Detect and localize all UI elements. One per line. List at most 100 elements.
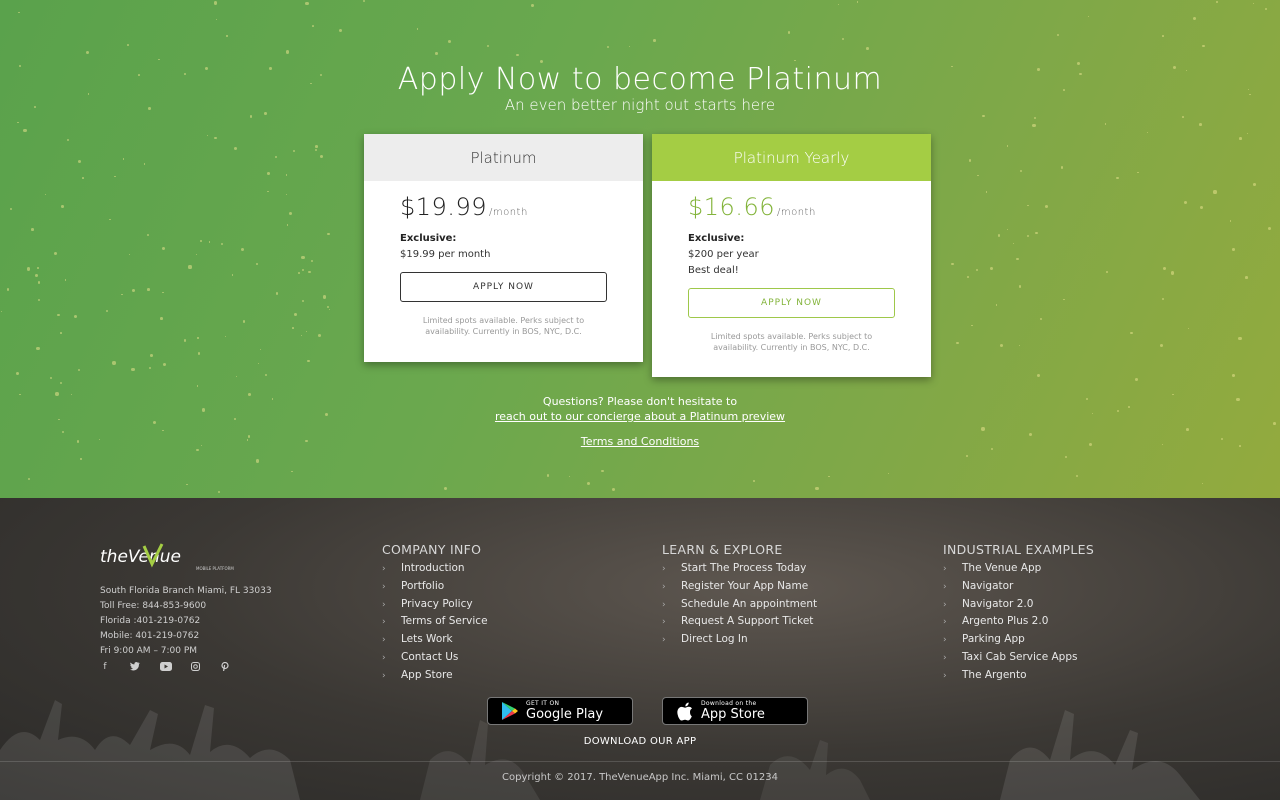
apply-now-button[interactable]: APPLY NOW [400,272,607,302]
google-play-icon [496,697,524,725]
map-light-speck [601,469,605,473]
map-light-speck [213,1,218,5]
map-light-speck [866,47,869,51]
chevron-right-icon: › [382,599,386,610]
chevron-right-icon: › [382,635,386,646]
map-light-speck [127,43,130,46]
footer-link-support-ticket[interactable]: › Request A Support Ticket [662,613,817,631]
chevron-right-icon: › [943,670,947,681]
twitter-icon[interactable] [130,662,140,674]
concierge-link[interactable]: reach out to our concierge about a Plati… [495,410,785,423]
map-light-speck [1253,182,1256,186]
instagram-icon[interactable] [190,662,200,674]
map-light-speck [60,205,64,208]
plan-price: $16.66/month [688,193,895,221]
map-light-speck [1026,234,1029,238]
footer-link-schedule-appointment[interactable]: › Schedule An appointment [662,596,817,614]
map-light-speck [1198,122,1202,126]
footer-link-direct-log-in[interactable]: › Direct Log In [662,631,817,649]
footer-link-contact-us[interactable]: › Contact Us [382,649,488,667]
map-light-speck [307,359,310,363]
map-light-speck [300,334,303,337]
map-light-speck [416,28,419,30]
footer-divider [0,761,1280,762]
map-light-speck [981,427,985,431]
footer-link-navigator[interactable]: › Navigator [943,578,1094,596]
footer-link-start-process[interactable]: › Start The Process Today [662,560,817,578]
map-light-speck [1202,44,1205,48]
map-light-speck [951,262,954,265]
footer-link-the-venue-app[interactable]: › The Venue App [943,560,1094,578]
map-light-speck [1040,318,1043,321]
terms-link[interactable]: Terms and Conditions [581,435,699,448]
map-light-speck [1130,331,1133,335]
map-light-speck [60,332,62,334]
footer-link-taxi-cab[interactable]: › Taxi Cab Service Apps [943,649,1094,667]
youtube-icon[interactable] [160,662,172,674]
footer-link-register-app-name[interactable]: › Register Your App Name [662,578,817,596]
footer-link-terms-of-service[interactable]: › Terms of Service [382,613,488,631]
questions-text: Questions? Please don't hesitate to reac… [0,394,1280,424]
map-light-speck [1036,373,1040,377]
map-light-speck [1020,169,1023,172]
map-light-speck [448,39,452,43]
column-title: COMPANY INFO [382,542,482,557]
footer-link-navigator-2[interactable]: › Navigator 2.0 [943,596,1094,614]
footer-link-portfolio[interactable]: › Portfolio [382,578,488,596]
terms-row: Terms and Conditions [0,435,1280,448]
pinterest-icon[interactable] [220,661,230,674]
map-light-speck [286,50,290,54]
map-light-speck [214,137,217,140]
questions-prefix: Questions? Please don't hesitate to [542,395,738,408]
footer-link-the-argento[interactable]: › The Argento [943,667,1094,685]
map-light-speck [486,45,489,48]
map-light-speck [106,309,109,313]
map-light-speck [195,253,197,255]
plan-card-platinum: Platinum $19.99/month Exclusive: $19.99 … [364,134,643,362]
map-light-speck [1016,257,1019,261]
facebook-icon[interactable]: f [100,662,110,674]
footer-link-introduction[interactable]: › Introduction [382,560,488,578]
footer-link-privacy-policy[interactable]: › Privacy Policy [382,596,488,614]
footer-link-argento-plus[interactable]: › Argento Plus 2.0 [943,613,1094,631]
map-light-speck [122,158,125,161]
google-play-badge[interactable]: GET IT ON Google Play [487,697,633,725]
map-light-speck [37,298,40,302]
footer-link-app-store[interactable]: › App Store [382,667,488,685]
map-light-speck [275,155,278,158]
map-light-speck [197,352,201,355]
contact-toll-free: Toll Free: 844-853-9600 [100,601,207,611]
chevron-right-icon: › [382,564,386,574]
chevron-right-icon: › [662,599,666,610]
map-light-speck [1267,227,1272,231]
copyright-text: Copyright © 2017. TheVenueApp Inc. Miami… [502,772,778,783]
map-light-speck [196,384,199,387]
map-light-speck [275,292,279,295]
map-light-speck [297,272,300,275]
map-light-speck [606,46,610,49]
map-light-speck [1215,0,1218,3]
map-light-speck [294,312,298,316]
footer-column-company-info: COMPANY INFO › Introduction › Portfolio › P… [382,542,488,685]
social-links: f [100,661,230,674]
map-light-speck [968,159,971,162]
plan-card-platinum-yearly: Platinum Yearly $16.66/month Exclusive: … [652,134,931,377]
footer-link-parking-app[interactable]: › Parking App [943,631,1094,649]
footer-link-lets-work[interactable]: › Lets Work [382,631,488,649]
app-store-badge[interactable]: Download on the App Store [662,697,808,725]
contact-hours: Fri 9:00 AM – 7:00 PM [100,646,198,656]
map-light-speck [6,287,10,291]
map-light-speck [965,454,968,457]
map-light-speck [301,255,305,260]
map-light-speck [1200,205,1204,209]
map-light-speck [815,486,819,491]
chevron-right-icon: › [943,652,947,663]
map-light-speck [546,474,550,477]
thevenue-logo[interactable]: theVenue MOBILE PLATFORM [100,542,250,572]
map-light-speck [196,448,199,452]
apply-now-button[interactable]: APPLY NOW [688,288,895,318]
map-light-speck [1106,271,1109,273]
map-light-speck [1057,34,1060,37]
map-light-speck [530,4,534,8]
map-light-speck [1012,242,1014,244]
